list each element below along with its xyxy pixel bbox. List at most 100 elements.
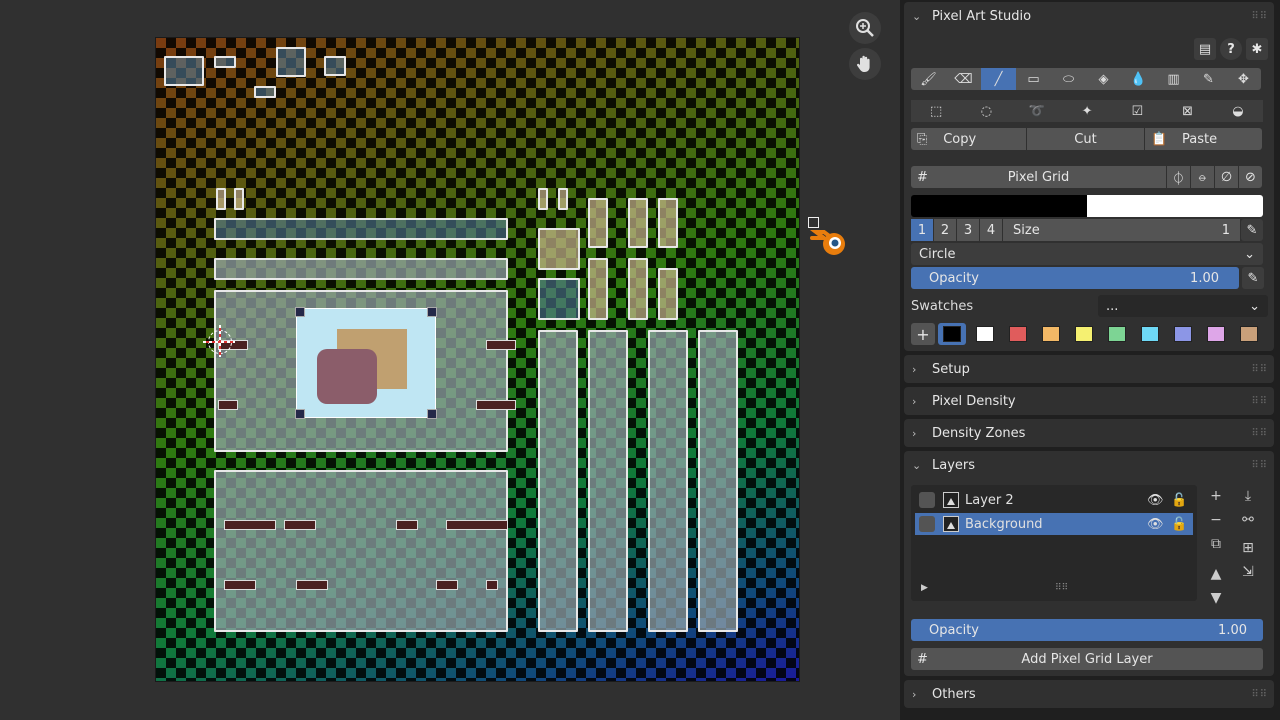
ellipse-icon[interactable]: ⬭ (1051, 68, 1086, 90)
lasso-select-icon[interactable]: ➰ (1011, 100, 1062, 122)
color-swatch[interactable] (1235, 323, 1263, 345)
magic-wand-icon[interactable]: ✦ (1061, 100, 1113, 122)
hand-icon[interactable] (849, 48, 881, 80)
pixel-grid-button[interactable]: # Pixel Grid (911, 166, 1166, 188)
brush-size-2-button[interactable]: 2 (934, 219, 956, 241)
book-icon[interactable]: ▤ (1194, 38, 1216, 60)
uv-island[interactable] (538, 188, 548, 210)
uv-island[interactable] (164, 56, 204, 86)
uv-island[interactable] (324, 56, 346, 76)
uv-island[interactable] (698, 330, 738, 632)
layer-row-layer-2[interactable]: Layer 2 👁 🔓 (915, 489, 1193, 511)
size-field[interactable]: Size 1 (1003, 219, 1240, 241)
drag-handle-icon[interactable]: ⠿⠿ (1251, 460, 1268, 471)
uv-island[interactable] (276, 47, 306, 77)
add-layer-icon[interactable]: + (1205, 485, 1227, 507)
uv-island[interactable] (214, 56, 236, 68)
swatches-dropdown[interactable]: ... ⌄ (1098, 295, 1268, 317)
move-layer-up-icon[interactable]: ▲ (1205, 563, 1227, 585)
drag-handle-icon[interactable]: ⠿⠿ (1251, 428, 1268, 439)
uv-island[interactable] (628, 198, 648, 248)
duplicate-layer-icon[interactable]: ⧉ (1205, 533, 1227, 555)
merge-down-icon[interactable]: ⤓ (1237, 485, 1259, 507)
color-swatch[interactable] (1136, 323, 1164, 345)
line-icon[interactable]: ╱ (981, 68, 1016, 90)
color-swatch[interactable] (938, 323, 966, 345)
uv-island[interactable] (234, 188, 244, 210)
secondary-color-swatch[interactable] (1087, 195, 1263, 217)
drag-handle-icon[interactable]: ⠿⠿ (1251, 11, 1268, 22)
layers-list[interactable]: Layer 2 👁 🔓 Background 👁 🔓 ▶ ⠿⠿ (911, 485, 1197, 601)
box-select-icon[interactable]: ⬚ (911, 100, 962, 122)
brush-icon[interactable]: 🖌 (911, 68, 946, 90)
uv-island[interactable] (658, 268, 678, 320)
paste-button[interactable]: 📋 Paste (1145, 128, 1262, 150)
layer-opacity-slider[interactable]: Opacity 1.00 (911, 619, 1263, 641)
primary-color-swatch[interactable] (911, 195, 1087, 217)
section-header-pixel-density[interactable]: › Pixel Density ⠿⠿ (904, 387, 1274, 415)
eyedropper-icon[interactable]: ✎ (1191, 68, 1226, 90)
deselect-icon[interactable]: ⊠ (1162, 100, 1213, 122)
uv-island[interactable] (216, 188, 226, 210)
color-swatch[interactable] (1070, 323, 1098, 345)
section-header-pixel-art-studio[interactable]: ⌄ Pixel Art Studio ⠿⠿ (904, 2, 1274, 30)
uv-island[interactable] (538, 278, 580, 320)
brush-size-4-button[interactable]: 4 (980, 219, 1002, 241)
opacity-pressure-icon[interactable]: ✎ (1242, 267, 1264, 289)
brush-size-3-button[interactable]: 3 (957, 219, 979, 241)
drag-handle-icon[interactable]: ⠿⠿ (1251, 396, 1268, 407)
layer-row-background[interactable]: Background 👁 🔓 (915, 513, 1193, 535)
import-layer-icon[interactable]: ⇲ (1237, 561, 1259, 583)
uv-island[interactable] (558, 188, 568, 210)
grid-disable-icon[interactable]: ∅ (1215, 166, 1238, 188)
select-all-icon[interactable]: ☑ (1112, 100, 1163, 122)
uv-island[interactable] (588, 198, 608, 248)
grid-align-icon[interactable]: ⏀ (1167, 166, 1190, 188)
add-pixel-grid-layer-button[interactable]: # Add Pixel Grid Layer (911, 648, 1263, 670)
color-swatch[interactable] (971, 323, 999, 345)
bug-icon[interactable]: ✱ (1246, 38, 1268, 60)
section-header-setup[interactable]: › Setup ⠿⠿ (904, 355, 1274, 383)
color-swatch[interactable] (1103, 323, 1131, 345)
drag-handle-icon[interactable]: ⠿⠿ (1251, 689, 1268, 700)
rectangle-icon[interactable]: ▭ (1016, 68, 1051, 90)
2d-cursor-icon[interactable] (203, 325, 235, 357)
fill-bucket-icon[interactable]: ◈ (1086, 68, 1121, 90)
drop-icon[interactable]: 💧 (1121, 68, 1156, 90)
copy-button[interactable]: ⎘ Copy (911, 128, 1026, 150)
layer-select-checkbox[interactable] (919, 516, 935, 532)
image-editor-viewport[interactable] (0, 0, 900, 720)
brush-size-1-button[interactable]: 1 (911, 219, 933, 241)
uv-island[interactable] (214, 470, 508, 632)
section-header-density-zones[interactable]: › Density Zones ⠿⠿ (904, 419, 1274, 447)
uv-island[interactable] (538, 330, 578, 632)
invert-select-icon[interactable]: ◒ (1212, 100, 1264, 122)
move-layer-down-icon[interactable]: ▼ (1205, 587, 1227, 609)
lock-icon[interactable]: 🔓 (1171, 493, 1193, 508)
grid-clear-icon[interactable]: ⊘ (1239, 166, 1262, 188)
help-icon[interactable]: ? (1220, 38, 1242, 60)
brush-shape-dropdown[interactable]: Circle ⌄ (911, 243, 1263, 265)
uv-island[interactable] (588, 258, 608, 320)
brush-opacity-slider[interactable]: Opacity 1.00 (911, 267, 1239, 289)
section-header-layers[interactable]: ⌄ Layers ⠿⠿ (904, 451, 1274, 479)
expand-triangle-icon[interactable]: ▶ (921, 583, 928, 593)
add-swatch-button[interactable]: + (911, 323, 935, 345)
pen-pressure-icon[interactable]: ✎ (1241, 219, 1263, 241)
zoom-in-icon[interactable] (849, 12, 881, 44)
move-icon[interactable]: ✥ (1226, 68, 1261, 90)
uv-island[interactable] (588, 330, 628, 632)
resize-grip-icon[interactable]: ⠿⠿ (1055, 583, 1068, 593)
uv-island[interactable] (538, 228, 580, 270)
color-swatch[interactable] (1169, 323, 1197, 345)
color-swatch[interactable] (1202, 323, 1230, 345)
color-swatch[interactable] (1037, 323, 1065, 345)
uv-texture-canvas[interactable] (155, 37, 800, 682)
uv-island[interactable] (628, 258, 648, 320)
uv-island[interactable] (214, 218, 508, 240)
circle-select-icon[interactable]: ◌ (961, 100, 1012, 122)
uv-island[interactable] (658, 198, 678, 248)
grid-fit-icon[interactable]: ⦵ (1191, 166, 1214, 188)
gradient-icon[interactable]: ▥ (1156, 68, 1191, 90)
new-layer-icon[interactable]: ⊞ (1237, 537, 1259, 559)
